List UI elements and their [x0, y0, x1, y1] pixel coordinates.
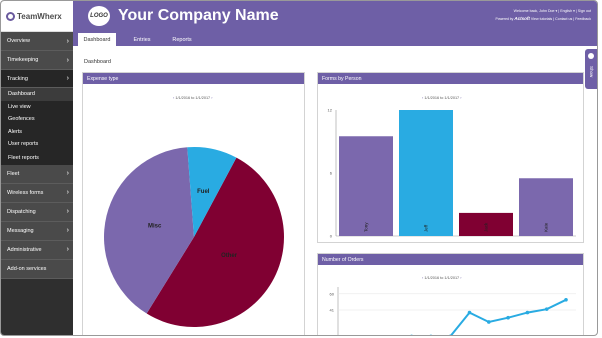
bar-category-label: Jack [484, 222, 489, 232]
sidebar-item-label: Messaging [7, 227, 34, 234]
chevron-right-icon: › [66, 189, 69, 196]
sidebar-item-label: Administrative [7, 246, 42, 253]
sidebar-item-overview[interactable]: Overview › [1, 32, 73, 51]
sidebar-item-wireless-forms[interactable]: Wireless forms › [1, 183, 73, 203]
help-links[interactable]: View tutorials | Contact us | Feedback [531, 17, 591, 21]
forms-bar-chart: 0 6 12 Tony Jeff Jack Kate [328, 108, 576, 239]
teamwherx-logo-icon [6, 11, 15, 21]
sidebar-item-label: Wireless forms [7, 189, 44, 196]
tab-reports[interactable]: Reports [163, 33, 201, 46]
sidebar-item-label: Timekeeping [7, 57, 39, 63]
sidebar-item-label: Add-on services [7, 265, 47, 272]
actsoft-logo: Actsoft [514, 16, 530, 21]
orders-point[interactable] [506, 315, 510, 320]
sidebar-subitem-live-view[interactable]: Live view [1, 101, 73, 114]
sidebar-item-tracking[interactable]: Tracking › [1, 70, 73, 88]
sidebar-item-timekeeping[interactable]: Timekeeping › [1, 51, 73, 70]
tab-dashboard[interactable]: Dashboard [78, 33, 116, 46]
panel-title: Expense type [83, 73, 304, 84]
sidebar-subitem-fleet-reports[interactable]: Fleet reports [1, 151, 73, 165]
orders-point[interactable] [410, 334, 414, 336]
orders-point[interactable] [429, 334, 433, 336]
y-tick-label: 41 [330, 308, 335, 313]
sidebar-item-dispatching[interactable]: Dispatching › [1, 202, 73, 222]
chevron-right-icon: › [66, 208, 69, 215]
sidebar-item-label: Dispatching [7, 208, 36, 215]
app-logo-text: TeamWherx [17, 11, 62, 21]
y-tick-label: 12 [328, 108, 333, 113]
orders-series-line [450, 298, 567, 335]
orders-point[interactable] [544, 307, 549, 311]
y-tick-label: 6 [330, 171, 333, 176]
page-title: Dashboard [84, 59, 111, 65]
sidebar-item-label: Fleet [7, 170, 20, 177]
bar-tony[interactable] [339, 136, 393, 236]
sidebar: TeamWherx Overview › Timekeeping › Trackin… [1, 1, 73, 335]
app-logo[interactable]: TeamWherx [1, 1, 73, 32]
show-panel-toggle[interactable]: Show [585, 49, 597, 89]
tracking-submenu: Dashboard Live view Geofences Alerts Use… [1, 88, 73, 165]
orders-line-chart: 41 60 [330, 287, 576, 336]
panel-title: Number of Orders [318, 254, 583, 265]
sidebar-item-label: Tracking [7, 75, 28, 82]
sidebar-subitem-alerts[interactable]: Alerts [1, 126, 73, 139]
top-links: Welcome back, John Doe ▾ | English ▾ | S… [495, 7, 591, 23]
expense-type-panel: Expense type ‹ 1/1/2016 to 1/1/2017 › Ot… [82, 72, 305, 335]
bar-category-label: Tony [364, 222, 369, 232]
y-tick-label: 0 [330, 234, 333, 239]
company-logo: LOGO [88, 6, 110, 26]
tab-bar: Dashboard Entries Reports [73, 32, 597, 46]
number-of-orders-panel: Number of Orders ‹ 1/1/2016 to 1/1/2017 … [317, 253, 584, 336]
chevron-right-icon: › [66, 227, 69, 234]
chevron-right-icon: › [66, 37, 69, 45]
orders-point[interactable] [487, 320, 491, 324]
user-menu[interactable]: Welcome back, John Doe ▾ | English ▾ | S… [495, 7, 591, 15]
orders-point[interactable] [467, 310, 472, 315]
bar-jeff[interactable] [399, 110, 453, 236]
tab-entries[interactable]: Entries [123, 33, 161, 46]
sidebar-subitem-dashboard[interactable]: Dashboard [1, 88, 73, 101]
sidebar-item-add-on-services[interactable]: Add-on services [1, 259, 73, 279]
powered-by-label: Powered by [495, 17, 514, 21]
orders-point[interactable] [564, 297, 568, 302]
company-name: Your Company Name [118, 7, 279, 24]
chevron-right-icon: › [66, 246, 69, 253]
sidebar-item-label: Overview [7, 38, 30, 44]
sidebar-subitem-geofences[interactable]: Geofences [1, 113, 73, 126]
pie-label: Fuel [197, 189, 210, 195]
chevron-right-icon: › [66, 75, 69, 82]
bar-category-label: Jeff [424, 224, 429, 232]
show-label: Show [589, 66, 594, 78]
panel-title: Forms by Person [318, 73, 583, 84]
pie-label: Misc [148, 223, 162, 229]
top-header: LOGO Your Company Name Welcome back, Joh… [73, 1, 597, 32]
chevron-right-icon: › [66, 170, 69, 177]
app-window: TeamWherx Overview › Timekeeping › Trackin… [0, 0, 598, 336]
sidebar-item-messaging[interactable]: Messaging › [1, 221, 73, 241]
orders-point[interactable] [525, 310, 530, 315]
pie-label: Other [221, 253, 238, 259]
bar-category-label: Kate [544, 222, 549, 232]
chevron-right-icon: › [66, 56, 69, 64]
forms-by-person-panel: Forms by Person ‹ 1/1/2016 to 1/1/2017 ›… [317, 72, 584, 243]
sidebar-item-administrative[interactable]: Administrative › [1, 240, 73, 260]
sidebar-item-fleet[interactable]: Fleet › [1, 164, 73, 184]
y-tick-label: 60 [330, 291, 335, 296]
sidebar-subitem-user-reports[interactable]: User reports [1, 138, 73, 151]
plus-circle-icon [588, 53, 594, 59]
expense-pie-chart: Other Misc Fuel [103, 147, 284, 327]
